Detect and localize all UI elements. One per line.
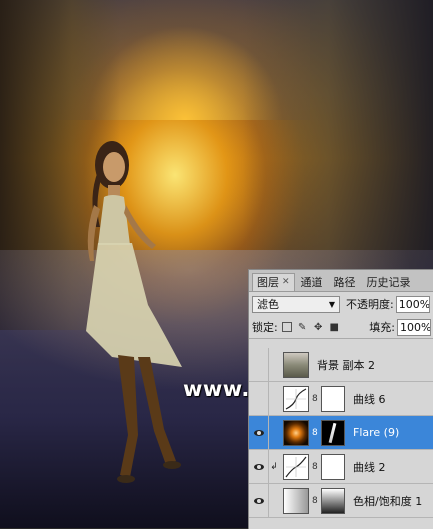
eye-icon bbox=[253, 429, 264, 436]
blend-row: 滤色 ▼ 不透明度: 100% bbox=[249, 292, 433, 316]
visibility-toggle[interactable] bbox=[249, 484, 269, 517]
layer-row[interactable]: ↲ 8 曲线 2 bbox=[249, 450, 433, 484]
lock-label: 锁定: bbox=[252, 321, 278, 334]
lock-row: 锁定: ✎ ✥ ■ 填充: 100% bbox=[249, 316, 433, 339]
eye-icon bbox=[253, 463, 264, 470]
chevron-down-icon: ▼ bbox=[328, 299, 335, 309]
panel-tab-bar: 图层 ✕ 通道 路径 历史记录 bbox=[249, 270, 433, 292]
layers-panel: 图层 ✕ 通道 路径 历史记录 滤色 ▼ 不透明度: 100% 锁定: ✎ ✥ … bbox=[248, 269, 433, 529]
visibility-toggle[interactable] bbox=[249, 416, 269, 449]
layer-thumbnail bbox=[283, 419, 309, 446]
layer-name: 曲线 2 bbox=[353, 460, 386, 474]
fill-label: 填充: bbox=[369, 321, 395, 334]
layer-thumbnail bbox=[283, 351, 309, 378]
lock-brush-icon[interactable]: ✎ bbox=[297, 322, 308, 333]
layer-name: 曲线 6 bbox=[353, 392, 386, 406]
lock-transparent-icon[interactable] bbox=[281, 322, 292, 332]
blend-mode-select[interactable]: 滤色 ▼ bbox=[252, 295, 340, 313]
eye-icon bbox=[253, 497, 264, 504]
visibility-toggle[interactable] bbox=[249, 382, 269, 415]
link-icon: 8 bbox=[312, 427, 318, 438]
curves-adjustment-icon bbox=[283, 385, 309, 412]
layer-row[interactable]: 背景 副本 2 bbox=[249, 348, 433, 382]
link-icon: 8 bbox=[312, 393, 318, 404]
tab-layers-label: 图层 bbox=[257, 276, 279, 289]
lock-all-icon[interactable]: ■ bbox=[329, 322, 340, 333]
woman-figure bbox=[86, 141, 182, 483]
opacity-input[interactable]: 100% bbox=[395, 295, 430, 313]
tab-channels-label: 通道 bbox=[300, 276, 323, 289]
layer-mask-thumbnail bbox=[321, 419, 345, 446]
layer-list: 背景 副本 2 8 曲线 6 8 Flare (9) ↲ 8 曲线 2 8 色相… bbox=[249, 348, 433, 518]
layer-name: 背景 副本 2 bbox=[317, 358, 375, 372]
link-icon: 8 bbox=[312, 461, 318, 472]
layer-mask-thumbnail bbox=[321, 385, 345, 412]
layer-name: 色相/饱和度 1 bbox=[353, 494, 423, 508]
layer-row[interactable]: 8 色相/饱和度 1 bbox=[249, 484, 433, 518]
layer-row[interactable]: 8 曲线 6 bbox=[249, 382, 433, 416]
layer-mask-thumbnail bbox=[321, 453, 345, 480]
curves-adjustment-icon bbox=[283, 453, 309, 480]
layer-name: Flare (9) bbox=[353, 426, 400, 439]
tab-layers[interactable]: 图层 ✕ bbox=[252, 273, 295, 291]
hue-saturation-icon bbox=[283, 487, 309, 514]
close-icon[interactable]: ✕ bbox=[282, 274, 290, 291]
tab-channels[interactable]: 通道 bbox=[296, 273, 328, 291]
blend-mode-value: 滤色 bbox=[257, 298, 279, 311]
tab-history[interactable]: 历史记录 bbox=[362, 273, 416, 291]
layer-row-selected[interactable]: 8 Flare (9) bbox=[249, 416, 433, 450]
clipping-arrow-icon: ↲ bbox=[270, 461, 278, 472]
visibility-toggle[interactable] bbox=[249, 348, 269, 381]
opacity-label: 不透明度: bbox=[346, 298, 394, 311]
tab-paths-label: 路径 bbox=[333, 276, 356, 289]
lock-move-icon[interactable]: ✥ bbox=[313, 322, 324, 333]
fill-input[interactable]: 100% bbox=[397, 318, 431, 336]
tab-history-label: 历史记录 bbox=[366, 276, 411, 289]
layer-mask-thumbnail bbox=[321, 487, 345, 514]
visibility-toggle[interactable] bbox=[249, 450, 269, 483]
tab-paths[interactable]: 路径 bbox=[329, 273, 361, 291]
link-icon: 8 bbox=[312, 495, 318, 506]
